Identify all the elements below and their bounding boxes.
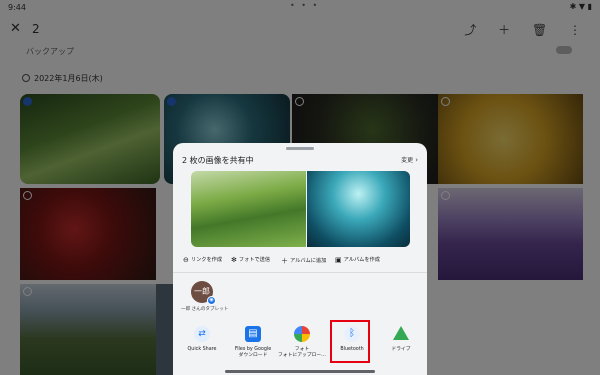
add-to-album-label: アルバムに追加 <box>290 258 327 264</box>
create-link-label: リンクを作成 <box>190 257 223 263</box>
edit-button[interactable]: 変更 › <box>401 155 418 164</box>
drive-icon <box>393 326 409 340</box>
bluetooth-highlight-box <box>330 320 370 363</box>
share-sheet: 2 枚の画像を共有中 変更 › ⊖ リンクを作成 ✻ フォトで送信 ＋アルバムに追加 … <box>173 143 427 375</box>
quick-share-target[interactable]: ⇄ Quick Share <box>177 326 227 353</box>
avatar-text: 一郎 <box>194 287 210 296</box>
nearby-share-badge-icon: ◉ <box>207 296 216 305</box>
drive-label: ドライブ <box>391 347 411 352</box>
edit-label: 変更 <box>401 157 414 164</box>
drive-icon-wrap <box>376 326 426 342</box>
preview-image-grass <box>191 171 306 247</box>
files-icon: ▤ <box>245 326 261 342</box>
photos-send-icon: ✻ <box>231 256 237 264</box>
photos-sublabel: フォトにアップロー… <box>278 353 326 358</box>
drive-target[interactable]: ドライブ <box>376 326 426 353</box>
quick-share-label: Quick Share <box>187 347 217 352</box>
create-album-button[interactable]: ▣ アルバムを作成 <box>335 256 380 264</box>
files-by-google-target[interactable]: ▤ Files by Google ダウンロード <box>228 326 278 359</box>
send-in-photos-button[interactable]: ✻ フォトで送信 <box>231 256 270 264</box>
avatar: 一郎 ◉ <box>191 281 216 305</box>
direct-share-contact[interactable]: 一郎 ◉ 一郎 さんのタブレット <box>181 281 228 312</box>
sheet-drag-handle[interactable] <box>286 147 314 150</box>
photos-upload-target[interactable]: フォト フォトにアップロー… <box>277 326 327 359</box>
share-quick-actions: ⊖ リンクを作成 ✻ フォトで送信 ＋アルバムに追加 ▣ アルバムを作成 <box>183 256 423 266</box>
preview-image-water <box>307 171 410 247</box>
send-in-photos-label: フォトで送信 <box>238 257 271 263</box>
chevron-right-icon: › <box>415 156 418 164</box>
files-sublabel: ダウンロード <box>238 353 268 358</box>
share-sheet-title: 2 枚の画像を共有中 <box>182 156 254 165</box>
share-app-row: ⇄ Quick Share ▤ Files by Google ダウンロード フ… <box>173 326 427 374</box>
add-to-album-button[interactable]: ＋アルバムに追加 <box>281 256 326 266</box>
gesture-home-bar[interactable] <box>225 370 375 373</box>
add-icon: ＋ <box>281 257 288 265</box>
quick-share-icon: ⇄ <box>194 326 210 342</box>
create-link-button[interactable]: ⊖ リンクを作成 <box>183 256 222 264</box>
create-album-label: アルバムを作成 <box>343 257 380 263</box>
contact-label: 一郎 さんのタブレット <box>181 307 229 312</box>
photos-icon <box>294 326 310 342</box>
divider <box>173 272 427 273</box>
album-icon: ▣ <box>335 256 342 264</box>
link-icon: ⊖ <box>183 256 189 264</box>
